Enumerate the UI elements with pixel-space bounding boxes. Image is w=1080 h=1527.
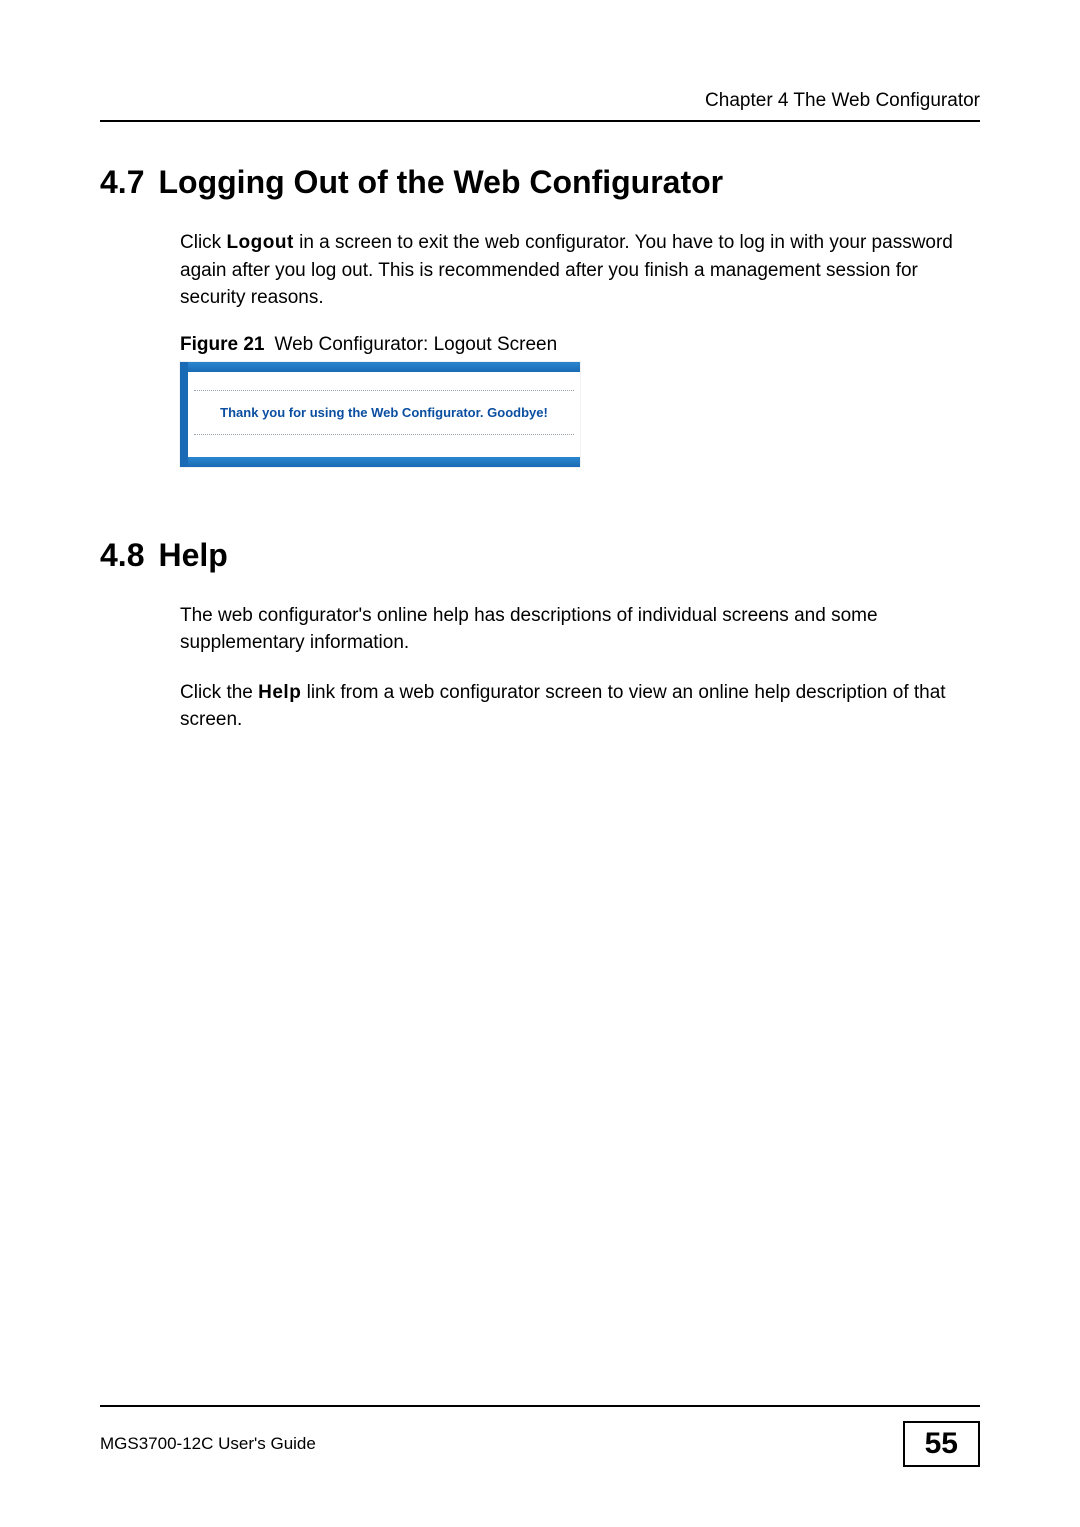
figure-padding [194, 435, 574, 455]
section-4-8-paragraph-1: The web configurator's online help has d… [180, 602, 980, 657]
figure-label: Figure 21 [180, 334, 264, 355]
section-4-7-paragraph: Click Logout in a screen to exit the web… [180, 229, 980, 312]
logout-screen-figure: Thank you for using the Web Configurator… [180, 362, 580, 467]
text-fragment: Click the [180, 682, 258, 703]
help-keyword: Help [258, 682, 301, 703]
figure-21-caption: Figure 21 Web Configurator: Logout Screen [180, 334, 980, 356]
figure-caption-text: Web Configurator: Logout Screen [274, 334, 557, 355]
footer-guide-title: MGS3700-12C User's Guide [100, 1434, 316, 1454]
figure-body: Thank you for using the Web Configurator… [188, 372, 580, 457]
section-4-8-heading: 4.8 Help [100, 537, 980, 574]
page-number: 55 [903, 1421, 980, 1467]
page-footer: MGS3700-12C User's Guide 55 [100, 1405, 980, 1467]
figure-bottom-bar [188, 457, 580, 467]
section-4-8-paragraph-2: Click the Help link from a web configura… [180, 679, 980, 734]
section-4-7-heading: 4.7 Logging Out of the Web Configurator [100, 164, 980, 201]
logout-message: Thank you for using the Web Configurator… [194, 390, 574, 435]
figure-top-bar [188, 362, 580, 372]
section-number: 4.8 [100, 537, 144, 574]
logout-keyword: Logout [226, 232, 293, 253]
section-number: 4.7 [100, 164, 144, 201]
section-title: Help [158, 537, 227, 573]
section-title: Logging Out of the Web Configurator [158, 164, 723, 200]
chapter-header: Chapter 4 The Web Configurator [100, 90, 980, 122]
text-fragment: Click [180, 232, 226, 253]
text-fragment: in a screen to exit the web configurator… [180, 232, 953, 308]
